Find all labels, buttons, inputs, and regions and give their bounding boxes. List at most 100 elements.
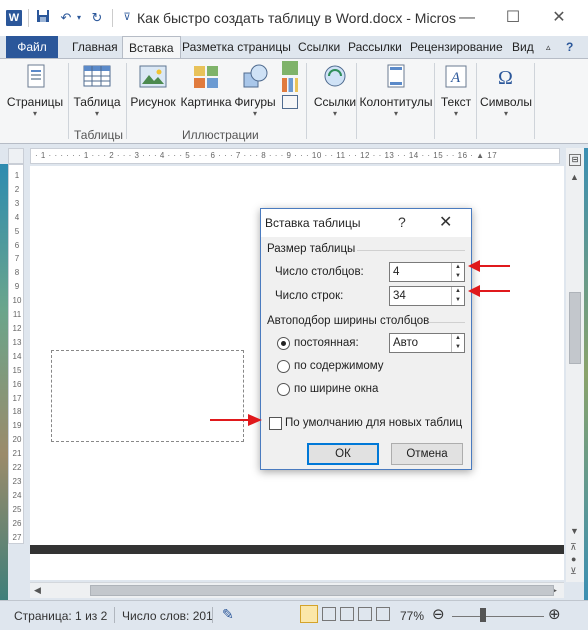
- stepper-arrows-icon[interactable]: ▲ ▼: [451, 263, 464, 281]
- tab-home[interactable]: Главная: [66, 36, 124, 58]
- vertical-ruler-mark: 5: [14, 226, 20, 236]
- shapes-button[interactable]: Фигуры ▾: [234, 63, 276, 119]
- vertical-ruler-mark: 21: [12, 449, 22, 459]
- word-logo-icon[interactable]: W: [6, 10, 22, 26]
- status-separator: [212, 607, 213, 623]
- proofing-icon[interactable]: ✎: [222, 606, 234, 623]
- chart-icon[interactable]: [282, 78, 298, 92]
- clipart-icon: [191, 63, 221, 91]
- horizontal-scroll-thumb[interactable]: [90, 585, 554, 596]
- print-layout-icon[interactable]: [300, 605, 318, 623]
- rows-stepper[interactable]: 34 ▲ ▼: [389, 286, 465, 306]
- autofit-content-label[interactable]: по содержимому: [294, 360, 384, 372]
- save-icon[interactable]: [34, 9, 52, 27]
- default-for-new-tables-checkbox[interactable]: [269, 417, 282, 430]
- pages-button[interactable]: Страницы ▾: [6, 63, 64, 119]
- status-separator: [114, 607, 115, 623]
- browse-object-icon[interactable]: ●: [571, 554, 576, 564]
- scroll-left-icon[interactable]: ◀: [34, 585, 41, 596]
- outline-icon[interactable]: [358, 607, 372, 621]
- undo-dropdown-icon[interactable]: ▾: [75, 9, 83, 27]
- symbols-button[interactable]: Ω Символы ▾: [480, 63, 532, 119]
- help-icon[interactable]: ?: [560, 36, 579, 58]
- red-arrow-columns-icon: [468, 260, 510, 272]
- picture-button[interactable]: Рисунок: [130, 63, 176, 109]
- scroll-down-icon[interactable]: ▼: [570, 526, 579, 536]
- web-layout-icon[interactable]: [340, 607, 354, 621]
- page-count[interactable]: Страница: 1 из 2: [14, 609, 107, 623]
- dialog-close-button[interactable]: ✕: [439, 212, 452, 232]
- qat-separator: [28, 9, 29, 27]
- zoom-level[interactable]: 77%: [400, 609, 424, 623]
- fixed-width-value[interactable]: Авто: [393, 337, 418, 349]
- maximize-button[interactable]: ☐: [490, 0, 536, 36]
- ruler-marks: · 1 · · · · · · 1 · · · 2 · · · 3 · · · …: [35, 151, 498, 160]
- vertical-ruler-mark: 1: [14, 171, 20, 180]
- draft-icon[interactable]: [376, 607, 390, 621]
- tab-mailings[interactable]: Рассылки: [342, 36, 408, 58]
- desktop-background-edge: [0, 164, 8, 600]
- previous-page-icon[interactable]: ⊼: [570, 542, 577, 553]
- picture-icon: [138, 63, 168, 91]
- vertical-ruler-mark: 20: [12, 435, 22, 445]
- close-window-button[interactable]: ✕: [536, 0, 582, 36]
- autofit-section-label: Автоподбор ширины столбцов: [267, 315, 430, 327]
- vertical-ruler[interactable]: 1 2 3 4 5 6 7 8 9 10 11 12 13 14 15 16 17 18 19 20 21 22 23 24 2…: [8, 164, 24, 544]
- customize-qat-icon[interactable]: ⊽: [118, 9, 136, 27]
- stepper-arrows-icon[interactable]: ▲ ▼: [451, 334, 464, 352]
- cancel-button[interactable]: Отмена: [391, 443, 463, 465]
- minimize-button[interactable]: —: [444, 0, 490, 36]
- chevron-down-icon: ▾: [393, 109, 398, 118]
- vertical-scrollbar[interactable]: ⊟ ▲ ▼ ⊼ ● ⊻: [566, 148, 584, 582]
- autofit-content-radio[interactable]: [277, 360, 290, 373]
- tab-review[interactable]: Рецензирование: [404, 36, 509, 58]
- links-button[interactable]: Ссылки ▾: [310, 63, 360, 119]
- zoom-out-icon[interactable]: ⊖: [432, 605, 445, 623]
- scroll-up-icon[interactable]: ▲: [570, 172, 579, 182]
- fixed-width-stepper[interactable]: Авто ▲ ▼: [389, 333, 465, 353]
- table-icon: [82, 63, 112, 91]
- screenshot-icon[interactable]: [282, 95, 298, 109]
- tab-page-layout[interactable]: Разметка страницы: [176, 36, 297, 58]
- zoom-slider-thumb[interactable]: [480, 608, 486, 622]
- columns-value[interactable]: 4: [393, 266, 399, 278]
- vertical-scroll-thumb[interactable]: [569, 292, 581, 364]
- table-button[interactable]: Таблица ▾: [72, 63, 122, 119]
- fixed-width-label[interactable]: постоянная:: [294, 337, 359, 349]
- tab-insert[interactable]: Вставка: [122, 36, 181, 59]
- clipart-button[interactable]: Картинка: [180, 63, 232, 109]
- stepper-arrows-icon[interactable]: ▲ ▼: [451, 287, 464, 305]
- word-count[interactable]: Число слов: 201: [122, 609, 213, 623]
- ruler-toggle-button[interactable]: [8, 148, 24, 164]
- ruler-view-icon[interactable]: ⊟: [569, 154, 581, 166]
- collapse-ribbon-icon[interactable]: ▵: [540, 36, 557, 58]
- default-for-new-tables-label[interactable]: По умолчанию для новых таблиц: [285, 417, 462, 429]
- smartart-button[interactable]: [280, 61, 300, 109]
- tab-references[interactable]: Ссылки: [292, 36, 346, 58]
- text-button[interactable]: A Текст ▾: [438, 63, 474, 119]
- header-footer-button[interactable]: Колонтитулы ▾: [358, 63, 434, 119]
- next-page-icon[interactable]: ⊻: [570, 566, 577, 577]
- vertical-ruler-mark: 14: [12, 351, 22, 361]
- tab-file[interactable]: Файл: [6, 36, 58, 58]
- symbols-label: Символы: [480, 95, 532, 109]
- ok-button[interactable]: ОК: [307, 443, 379, 465]
- vertical-ruler-mark: 8: [14, 268, 20, 278]
- full-screen-reading-icon[interactable]: [322, 607, 336, 621]
- redo-icon[interactable]: ↻: [88, 9, 106, 27]
- zoom-slider-track[interactable]: [452, 616, 544, 617]
- vertical-ruler-mark: 16: [12, 379, 22, 389]
- autofit-window-radio[interactable]: [277, 383, 290, 396]
- dialog-help-button[interactable]: ?: [398, 214, 406, 230]
- horizontal-ruler[interactable]: · 1 · · · · · · 1 · · · 2 · · · 3 · · · …: [30, 148, 560, 164]
- rows-value[interactable]: 34: [393, 290, 406, 302]
- picture-label: Рисунок: [130, 95, 176, 109]
- undo-icon[interactable]: ↶: [57, 9, 75, 27]
- columns-stepper[interactable]: 4 ▲ ▼: [389, 262, 465, 282]
- fixed-width-radio[interactable]: [277, 337, 290, 350]
- zoom-in-icon[interactable]: ⊕: [548, 605, 561, 623]
- vertical-ruler-mark: 18: [12, 407, 22, 417]
- smartart-icon: [282, 61, 298, 75]
- autofit-window-label[interactable]: по ширине окна: [294, 383, 378, 395]
- tab-view[interactable]: Вид: [506, 36, 540, 58]
